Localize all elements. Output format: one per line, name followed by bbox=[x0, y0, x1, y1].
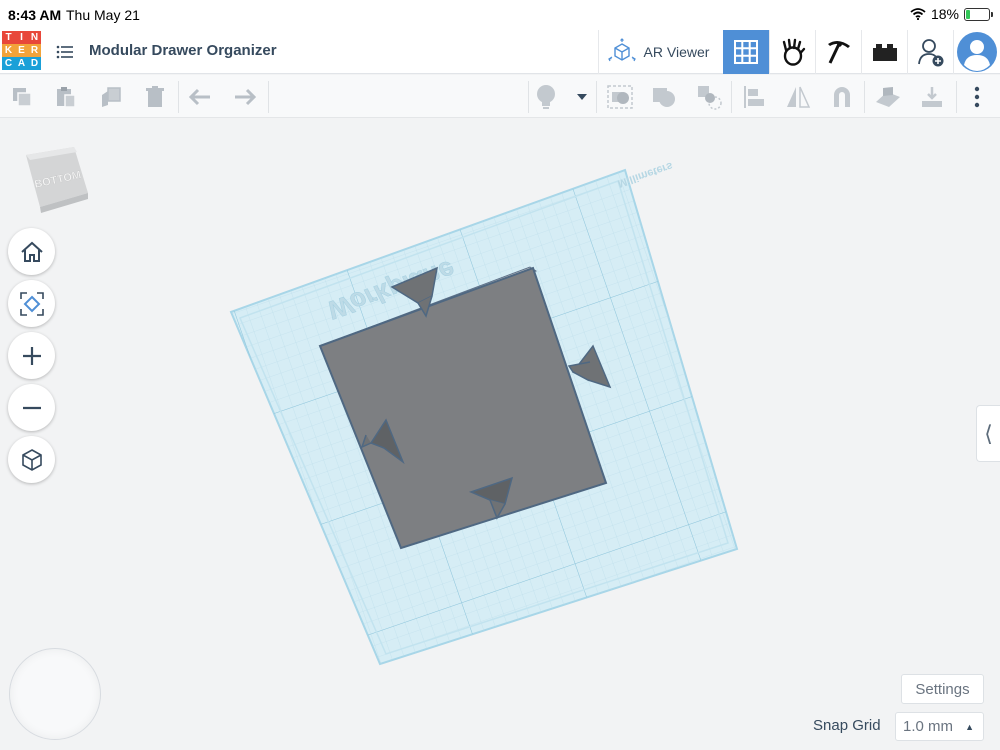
workplane-button[interactable] bbox=[874, 83, 902, 111]
show-all-button[interactable] bbox=[532, 83, 560, 111]
dropdown-icon bbox=[577, 94, 587, 100]
toolbar-separator bbox=[956, 81, 957, 113]
group-icon bbox=[607, 85, 633, 109]
toolbar-separator bbox=[596, 81, 597, 113]
logo-letter: D bbox=[28, 57, 41, 70]
ar-cube-icon bbox=[607, 38, 636, 62]
magnet-icon bbox=[834, 87, 850, 107]
delete-button[interactable] bbox=[141, 83, 169, 111]
toolbar-separator bbox=[731, 81, 732, 113]
union-icon bbox=[653, 88, 675, 107]
avatar bbox=[956, 32, 997, 72]
document-title[interactable]: Modular Drawer Organizer bbox=[89, 42, 277, 59]
wifi-icon bbox=[910, 8, 926, 20]
union-button[interactable] bbox=[650, 83, 678, 111]
tinkercad-logo[interactable]: TINKERCAD bbox=[2, 31, 42, 71]
more-icon bbox=[974, 86, 980, 108]
paste-icon bbox=[57, 87, 76, 108]
status-date: Thu May 21 bbox=[66, 7, 140, 23]
undo-button[interactable] bbox=[187, 83, 215, 111]
toolbar-separator bbox=[178, 81, 179, 113]
shapes-panel-toggle[interactable]: ⟨ bbox=[976, 405, 1000, 462]
invite-user-button[interactable] bbox=[907, 30, 953, 74]
copy-icon bbox=[13, 88, 32, 107]
logo-letter: I bbox=[15, 31, 28, 44]
orbit-joystick[interactable] bbox=[9, 648, 101, 740]
logo-letter: C bbox=[2, 57, 15, 70]
workplane-scene[interactable]: Workplane Millimeters bbox=[0, 118, 1000, 750]
duplicate-icon bbox=[102, 87, 121, 107]
lego-view-button[interactable] bbox=[861, 30, 907, 74]
3d-design-view-button[interactable] bbox=[723, 30, 769, 74]
app-header: TINKERCAD Modular Drawer Organizer AR Vi… bbox=[0, 30, 1000, 74]
lightbulb-icon bbox=[537, 85, 555, 109]
list-menu-icon[interactable] bbox=[56, 43, 74, 61]
toolbar-separator bbox=[268, 81, 269, 113]
ungroup-icon bbox=[698, 86, 722, 110]
user-profile-button[interactable] bbox=[953, 30, 999, 74]
fit-view-button[interactable] bbox=[8, 280, 55, 327]
chevron-up-icon: ▲ bbox=[965, 722, 974, 732]
home-icon bbox=[20, 241, 43, 262]
delete-icon bbox=[146, 86, 164, 107]
fit-view-icon bbox=[19, 291, 44, 316]
logo-letter: T bbox=[2, 31, 15, 44]
zoom-out-button[interactable] bbox=[8, 384, 55, 431]
snap-grid-label: Snap Grid bbox=[813, 717, 881, 734]
workplane-icon bbox=[876, 87, 900, 107]
align-button[interactable] bbox=[740, 83, 768, 111]
ungroup-button[interactable] bbox=[695, 83, 723, 111]
ar-viewer-button[interactable]: AR Viewer bbox=[598, 30, 718, 74]
more-options-button[interactable] bbox=[963, 83, 991, 111]
perspective-toggle-button[interactable] bbox=[8, 436, 55, 483]
view-cube[interactable]: BOTTOM bbox=[22, 145, 94, 217]
logo-letter: N bbox=[28, 31, 41, 44]
drop-icon bbox=[922, 87, 942, 107]
battery-percent: 18% bbox=[930, 6, 959, 22]
align-icon bbox=[744, 86, 764, 108]
mirror-button[interactable] bbox=[784, 83, 812, 111]
mirror-icon bbox=[787, 86, 811, 108]
drop-button[interactable] bbox=[918, 83, 946, 111]
undo-icon bbox=[188, 88, 210, 106]
ar-viewer-label: AR Viewer bbox=[643, 44, 710, 60]
chevron-left-icon: ⟨ bbox=[984, 420, 993, 446]
battery-icon bbox=[964, 7, 993, 21]
blocks-view-button[interactable] bbox=[769, 30, 815, 74]
snap-grid-value: 1.0 mm bbox=[903, 718, 954, 735]
battery-fill bbox=[966, 9, 970, 19]
cruise-button[interactable] bbox=[828, 83, 856, 111]
redo-button[interactable] bbox=[230, 83, 258, 111]
edit-toolbar bbox=[0, 75, 1000, 118]
status-time: 8:43 AM bbox=[8, 7, 62, 23]
logo-letter: R bbox=[28, 44, 41, 57]
visibility-dropdown-button[interactable] bbox=[568, 83, 596, 111]
toolbar-separator bbox=[864, 81, 865, 113]
add-user-icon bbox=[917, 39, 943, 67]
copy-button[interactable] bbox=[8, 83, 36, 111]
status-bar: 8:43 AM Thu May 21 18% bbox=[0, 0, 1000, 30]
grid-icon bbox=[734, 40, 758, 64]
cube-icon bbox=[21, 448, 42, 471]
zoom-in-button[interactable] bbox=[8, 332, 55, 379]
settings-button[interactable]: Settings bbox=[901, 674, 984, 704]
home-view-button[interactable] bbox=[8, 228, 55, 275]
pickaxe-icon bbox=[827, 40, 850, 64]
logo-letter: E bbox=[15, 44, 28, 57]
bricks-view-button[interactable] bbox=[815, 30, 861, 74]
snap-grid-select[interactable]: 1.0 mm ▲ bbox=[895, 712, 984, 741]
3d-canvas[interactable]: Workplane Millimeters BOTTOM ⟨ bbox=[0, 118, 1000, 750]
brick-icon bbox=[872, 44, 897, 61]
minus-icon bbox=[22, 406, 41, 409]
redo-icon bbox=[235, 88, 257, 106]
group-button[interactable] bbox=[606, 83, 634, 111]
handprint-icon bbox=[782, 38, 805, 66]
logo-letter: K bbox=[2, 44, 15, 57]
status-right: 18% bbox=[910, 6, 993, 22]
duplicate-button[interactable] bbox=[97, 83, 125, 111]
plus-icon bbox=[22, 346, 41, 365]
logo-letter: A bbox=[15, 57, 28, 70]
toolbar-separator bbox=[528, 81, 529, 113]
paste-button[interactable] bbox=[52, 83, 80, 111]
